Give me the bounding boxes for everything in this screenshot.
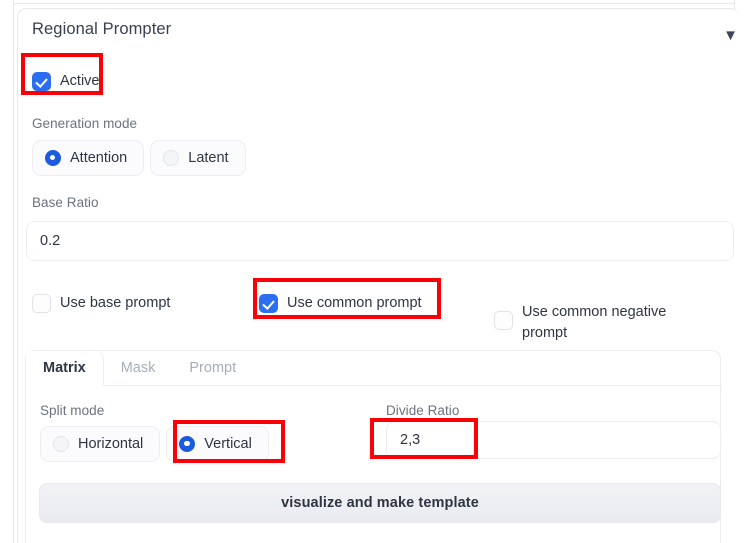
- checkbox-indicator[interactable]: [32, 294, 51, 313]
- radio-dot-icon: [53, 436, 69, 452]
- tab-mask[interactable]: Mask: [104, 351, 173, 386]
- base-ratio-label: Base Ratio: [32, 195, 99, 210]
- tab-strip: Matrix Mask Prompt: [26, 351, 722, 386]
- use-base-prompt-label: Use base prompt: [60, 295, 171, 311]
- split-mode-radio-group[interactable]: Horizontal Vertical: [40, 426, 269, 462]
- active-checkbox-label: Active: [60, 73, 100, 89]
- split-mode-label: Split mode: [40, 403, 105, 418]
- radio-horizontal-label: Horizontal: [78, 436, 144, 452]
- use-base-prompt-checkbox[interactable]: Use base prompt: [32, 293, 222, 314]
- radio-dot-icon: [45, 150, 61, 166]
- base-ratio-input[interactable]: [26, 221, 734, 261]
- chevron-down-icon[interactable]: ▼: [722, 27, 739, 44]
- tab-prompt[interactable]: Prompt: [172, 351, 253, 386]
- checkbox-indicator[interactable]: [259, 294, 278, 313]
- radio-attention-label: Attention: [70, 150, 128, 166]
- active-checkbox[interactable]: Active: [32, 71, 100, 92]
- radio-vertical[interactable]: Vertical: [166, 426, 269, 462]
- radio-dot-icon: [163, 150, 180, 166]
- radio-vertical-label: Vertical: [204, 436, 252, 452]
- divide-ratio-label: Divide Ratio: [386, 403, 460, 418]
- checkbox-indicator[interactable]: [32, 72, 51, 91]
- checkbox-indicator[interactable]: [494, 311, 513, 330]
- use-common-prompt-checkbox[interactable]: Use common prompt: [259, 293, 459, 314]
- generation-mode-radio-group[interactable]: Attention Latent: [32, 140, 246, 176]
- radio-horizontal[interactable]: Horizontal: [40, 426, 161, 462]
- page-title: Regional Prompter: [32, 20, 172, 38]
- radio-dot-icon: [179, 436, 196, 452]
- generation-mode-label: Generation mode: [32, 116, 138, 131]
- visualize-and-make-template-button[interactable]: visualize and make template: [39, 483, 721, 523]
- radio-latent-label: Latent: [188, 150, 229, 166]
- radio-attention[interactable]: Attention: [32, 140, 145, 176]
- divide-ratio-input[interactable]: [386, 421, 721, 459]
- use-common-negative-prompt-label: Use common negative prompt: [522, 304, 667, 341]
- use-common-prompt-label: Use common prompt: [287, 295, 422, 311]
- use-common-negative-prompt-checkbox[interactable]: Use common negative prompt: [494, 302, 669, 344]
- tab-matrix[interactable]: Matrix: [26, 351, 104, 386]
- panel-header[interactable]: Regional Prompter ▼: [18, 9, 740, 53]
- radio-latent[interactable]: Latent: [150, 140, 246, 176]
